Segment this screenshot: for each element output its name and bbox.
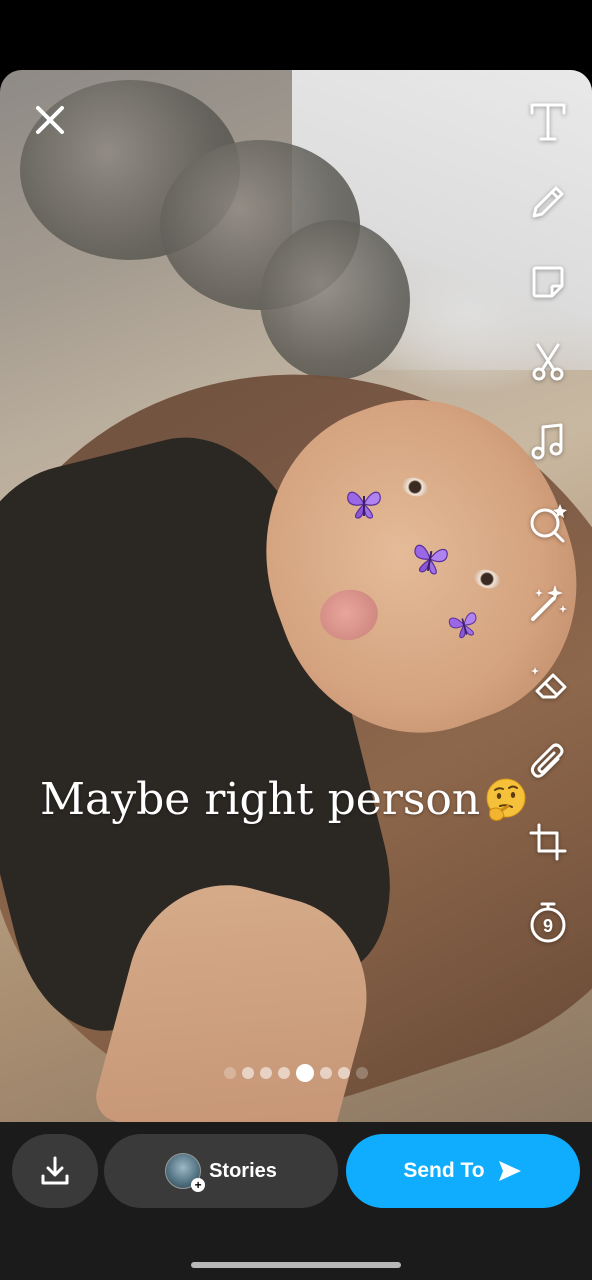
text-tool-icon <box>530 103 566 141</box>
page-dot-active[interactable] <box>296 1064 314 1082</box>
snap-pagination <box>0 1064 592 1082</box>
lens-icon <box>530 504 567 543</box>
snap-editor-screen: 9 Maybe right person + Stories Send To <box>0 0 592 1280</box>
stories-button[interactable]: + Stories <box>104 1134 338 1208</box>
caption-label: Maybe right person <box>40 774 481 825</box>
add-plus-icon: + <box>191 1178 206 1192</box>
eraser-icon <box>531 667 567 699</box>
page-dot[interactable] <box>224 1067 236 1079</box>
lens-tool-button[interactable] <box>522 496 574 548</box>
download-button[interactable] <box>12 1134 98 1208</box>
avatar: + <box>165 1153 206 1192</box>
thinking-face-icon <box>486 778 526 821</box>
page-dot[interactable] <box>320 1067 332 1079</box>
sticker-tool-button[interactable] <box>522 256 574 308</box>
timer-value: 9 <box>543 916 553 936</box>
send-to-button[interactable]: Send To <box>346 1134 580 1208</box>
scissors-tool-button[interactable] <box>522 336 574 388</box>
butterfly-sticker <box>407 537 453 581</box>
page-dot[interactable] <box>338 1067 350 1079</box>
page-dot[interactable] <box>278 1067 290 1079</box>
pencil-icon <box>532 186 564 218</box>
page-dot[interactable] <box>242 1067 254 1079</box>
music-icon <box>531 423 563 460</box>
close-icon <box>36 106 64 134</box>
scissors-icon <box>532 343 564 381</box>
butterfly-icon <box>414 544 448 575</box>
timer-tool-button[interactable]: 9 <box>522 896 574 948</box>
photo-canvas[interactable] <box>0 70 592 1122</box>
page-dot[interactable] <box>260 1067 272 1079</box>
magic-wand-icon <box>531 585 567 621</box>
stories-label: Stories <box>209 1159 277 1182</box>
send-to-label: Send To <box>403 1159 485 1182</box>
timer-icon: 9 <box>530 902 566 943</box>
send-arrow-icon <box>498 1161 521 1181</box>
bottom-action-bar: + Stories Send To <box>0 1122 592 1280</box>
draw-tool-button[interactable] <box>522 176 574 228</box>
photo-bush <box>260 220 410 380</box>
butterfly-icon <box>347 491 381 519</box>
crop-icon <box>529 823 567 861</box>
butterfly-sticker <box>344 486 384 522</box>
eraser-tool-button[interactable] <box>522 656 574 708</box>
paperclip-icon <box>530 743 564 778</box>
home-indicator <box>191 1262 401 1268</box>
music-tool-button[interactable] <box>522 416 574 468</box>
page-dot[interactable] <box>356 1067 368 1079</box>
caption-text[interactable]: Maybe right person <box>40 774 530 825</box>
close-button[interactable] <box>30 100 70 140</box>
download-icon <box>41 1156 69 1185</box>
editing-toolbar: 9 <box>518 96 578 976</box>
sticker-icon <box>532 266 564 298</box>
text-tool-button[interactable] <box>522 96 574 148</box>
magic-wand-tool-button[interactable] <box>522 576 574 628</box>
